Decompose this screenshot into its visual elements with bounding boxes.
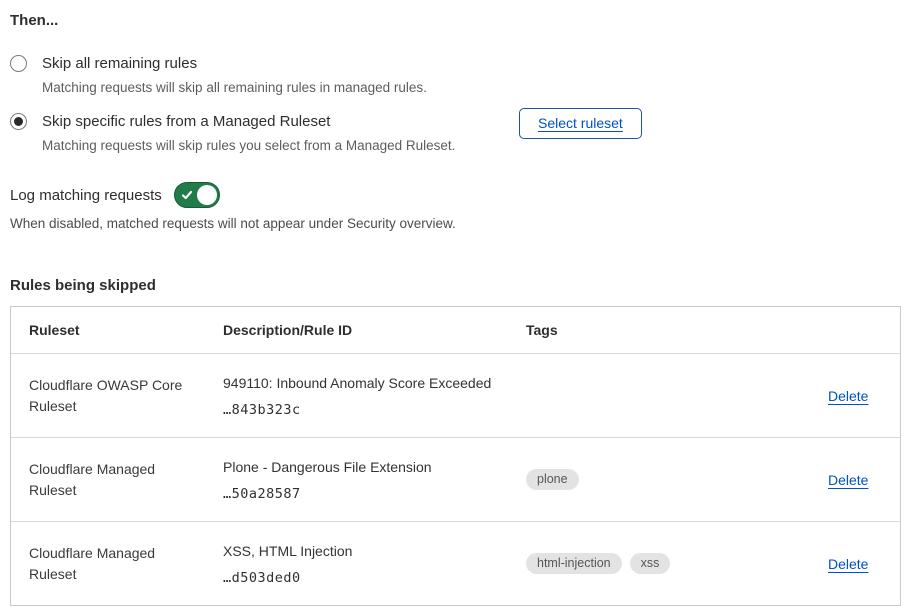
option-skip-all-label[interactable]: Skip all remaining rules	[42, 53, 427, 75]
rule-id: …d503ded0	[223, 570, 526, 586]
description-cell: 949110: Inbound Anomaly Score Exceeded ……	[223, 374, 526, 418]
log-matching-help-text: When disabled, matched requests will not…	[10, 216, 901, 231]
delete-rule-link[interactable]: Delete	[828, 388, 868, 404]
ruleset-cell: Cloudflare Managed Ruleset	[29, 543, 223, 585]
column-header-description: Description/Rule ID	[223, 322, 526, 338]
description-cell: Plone - Dangerous File Extension …50a285…	[223, 458, 526, 502]
log-matching-toggle[interactable]	[174, 182, 220, 208]
column-header-tags: Tags	[526, 322, 828, 338]
rules-skipped-heading: Rules being skipped	[10, 277, 901, 294]
ruleset-cell: Cloudflare Managed Ruleset	[29, 459, 223, 501]
radio-skip-specific-rules[interactable]	[10, 113, 27, 130]
page-container: Then... Skip all remaining rules Matchin…	[0, 0, 911, 606]
option-skip-specific-label[interactable]: Skip specific rules from a Managed Rules…	[42, 111, 455, 133]
radio-skip-all-rules[interactable]	[10, 55, 27, 72]
delete-rule-link[interactable]: Delete	[828, 472, 868, 488]
rules-skipped-table: Ruleset Description/Rule ID Tags Cloudfl…	[10, 306, 901, 606]
then-heading: Then...	[10, 12, 901, 29]
toggle-knob	[197, 185, 217, 205]
ruleset-cell: Cloudflare OWASP Core Ruleset	[29, 375, 223, 417]
log-matching-label: Log matching requests	[10, 187, 162, 204]
table-row: Cloudflare Managed Ruleset XSS, HTML Inj…	[11, 521, 900, 605]
tags-cell: plone	[526, 469, 828, 490]
option-text-wrap: Skip all remaining rules Matching reques…	[42, 53, 427, 96]
rule-description: Plone - Dangerous File Extension	[223, 458, 526, 477]
rule-description: XSS, HTML Injection	[223, 542, 526, 561]
table-row: Cloudflare Managed Ruleset Plone - Dange…	[11, 437, 900, 521]
select-ruleset-button[interactable]: Select ruleset	[519, 108, 642, 139]
rule-id: …843b323c	[223, 402, 526, 418]
tags-cell: html-injection xss	[526, 553, 828, 574]
tag-pill: plone	[526, 469, 579, 490]
delete-rule-link[interactable]: Delete	[828, 556, 868, 572]
option-text-wrap: Skip specific rules from a Managed Rules…	[42, 111, 455, 154]
description-cell: XSS, HTML Injection …d503ded0	[223, 542, 526, 586]
column-header-ruleset: Ruleset	[29, 322, 223, 338]
table-row: Cloudflare OWASP Core Ruleset 949110: In…	[11, 353, 900, 437]
rule-id: …50a28587	[223, 486, 526, 502]
tag-pill: html-injection	[526, 553, 622, 574]
option-skip-all-description: Matching requests will skip all remainin…	[42, 79, 427, 96]
table-header-row: Ruleset Description/Rule ID Tags	[11, 307, 900, 353]
option-skip-specific-rules: Skip specific rules from a Managed Rules…	[10, 111, 901, 154]
tag-pill: xss	[630, 553, 671, 574]
option-skip-specific-description: Matching requests will skip rules you se…	[42, 137, 455, 154]
rule-description: 949110: Inbound Anomaly Score Exceeded	[223, 374, 526, 393]
log-matching-row: Log matching requests	[10, 182, 901, 208]
option-skip-all-rules: Skip all remaining rules Matching reques…	[10, 53, 901, 96]
check-icon	[181, 189, 193, 201]
